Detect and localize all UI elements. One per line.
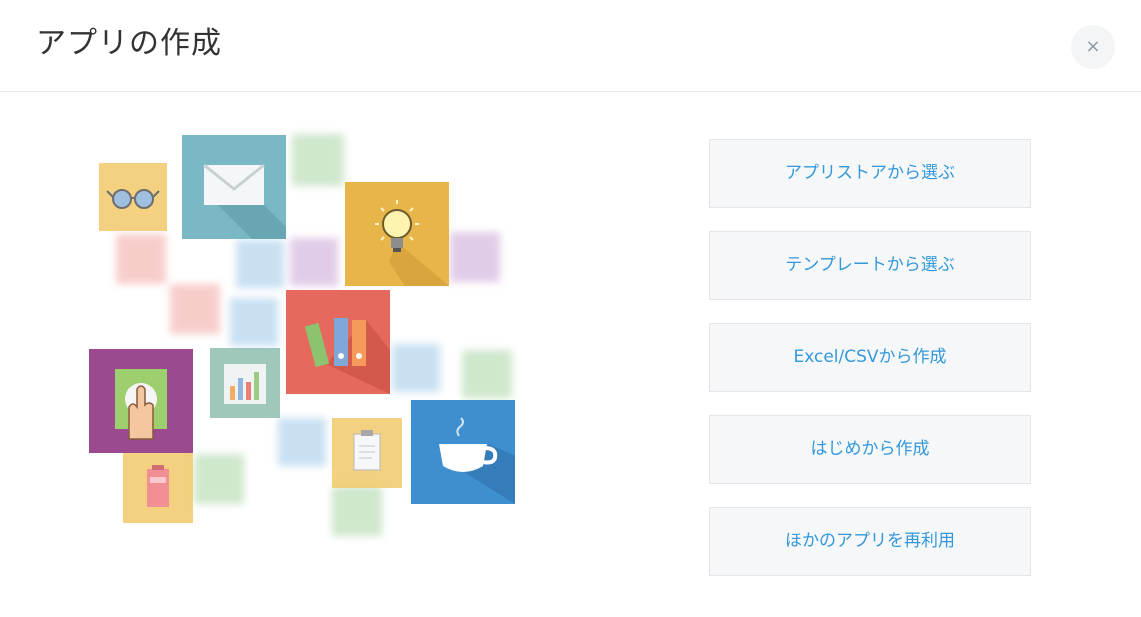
blurred-tile [450, 232, 500, 282]
blurred-tile [170, 284, 220, 334]
lightbulb-icon [375, 200, 449, 286]
hand-touch-icon [115, 369, 167, 440]
battery-icon [147, 465, 169, 507]
close-button[interactable]: × [1071, 25, 1115, 69]
blurred-tile [230, 298, 278, 346]
bar-chart-icon [224, 364, 266, 404]
blurred-tile [462, 350, 512, 398]
glasses-icon [106, 189, 160, 209]
dialog-header: アプリの作成 × [0, 0, 1141, 92]
glasses-tile [99, 163, 167, 231]
binders-icon [304, 318, 390, 394]
reuse-app-button[interactable]: ほかのアプリを再利用 [709, 507, 1031, 576]
battery-tile [123, 453, 193, 523]
blurred-tile [116, 234, 166, 284]
lightbulb-tile [345, 182, 449, 286]
clipboard-tile [332, 418, 402, 488]
coffee-cup-tile [411, 400, 515, 504]
coffee-cup-icon [439, 417, 515, 504]
blurred-tile [392, 344, 440, 392]
binders-tile [286, 290, 390, 394]
clipboard-icon [353, 430, 381, 471]
app-icons-illustration [0, 92, 560, 617]
template-button[interactable]: テンプレートから選ぶ [709, 231, 1031, 300]
excel-csv-button[interactable]: Excel/CSVから作成 [709, 323, 1031, 392]
blurred-tile [236, 240, 284, 288]
blurred-tile [332, 486, 382, 536]
dialog-title: アプリの作成 [36, 26, 222, 61]
blurred-tile [278, 418, 326, 466]
bar-chart-tile [210, 348, 280, 418]
envelope-tile [182, 135, 286, 239]
hand-touch-tile [89, 349, 193, 453]
create-app-dialog: アプリの作成 × アプリストアから選ぶ テンプレートから選ぶ Excel/CSV… [0, 0, 1141, 617]
blurred-tile [290, 238, 338, 286]
app-store-button[interactable]: アプリストアから選ぶ [709, 139, 1031, 208]
from-scratch-button[interactable]: はじめから作成 [709, 415, 1031, 484]
envelope-icon [203, 163, 286, 239]
blurred-tile [292, 134, 344, 186]
blurred-tile [194, 454, 244, 504]
